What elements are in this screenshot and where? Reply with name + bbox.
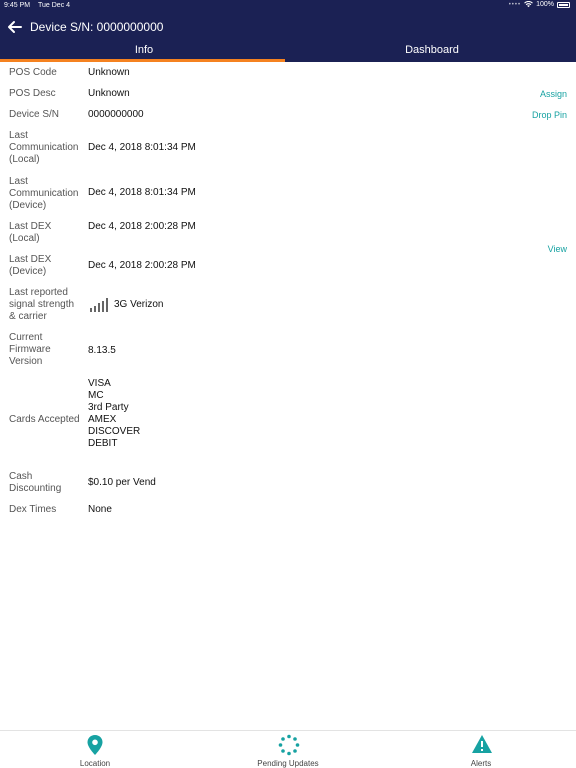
last-dex-device-value: Dec 4, 2018 2:00:28 PM: [88, 260, 196, 271]
assign-button[interactable]: Assign: [540, 89, 567, 99]
card-mc: MC: [88, 390, 104, 401]
last-comm-device-value: Dec 4, 2018 8:01:34 PM: [88, 187, 196, 198]
status-date: Tue Dec 4: [38, 2, 71, 9]
drop-pin-button[interactable]: Drop Pin: [532, 110, 567, 120]
pos-desc-label: POS Desc: [9, 88, 56, 99]
card-3rd-party: 3rd Party: [88, 402, 129, 413]
bottom-tab-pending-updates-label: Pending Updates: [257, 759, 319, 768]
device-sn-label: Device S/N: [9, 109, 60, 120]
signal-strength-icon: [90, 298, 108, 312]
battery-level: 100%: [536, 1, 554, 8]
last-dex-local-value: Dec 4, 2018 2:00:28 PM: [88, 221, 196, 232]
warning-icon: [472, 735, 492, 753]
status-bar: 9:45 PM Tue Dec 4 •••• 100%: [0, 0, 576, 12]
bottom-tab-bar: Location Pending Updates Alerts: [0, 730, 576, 768]
pos-code-label: POS Code: [9, 67, 57, 78]
back-arrow-icon[interactable]: [6, 18, 24, 36]
bottom-tab-location[interactable]: Location: [35, 731, 155, 768]
page-title: Device S/N: 0000000000: [30, 20, 164, 34]
dex-times-label: Dex Times: [9, 504, 57, 515]
device-sn-value: 0000000000: [88, 109, 144, 120]
spinner-icon: [278, 734, 300, 756]
cards-accepted-label: Cards Accepted: [9, 414, 80, 425]
card-amex: AMEX: [88, 414, 117, 425]
dex-times-value: None: [88, 504, 112, 515]
last-comm-local-value: Dec 4, 2018 8:01:34 PM: [88, 142, 196, 153]
pos-desc-value: Unknown: [88, 88, 130, 99]
card-discover: DISCOVER: [88, 426, 141, 437]
signal-label: Last reported signal strength & carrier: [9, 287, 75, 322]
nav-bar: Device S/N: 0000000000: [0, 12, 576, 42]
battery-icon: [557, 1, 570, 8]
bottom-tab-alerts-label: Alerts: [470, 759, 492, 768]
last-comm-local-label: Last Communication (Local): [9, 130, 79, 165]
signal-dots-icon: ••••: [508, 1, 522, 8]
last-comm-device-label: Last Communication (Device): [9, 176, 79, 211]
firmware-label: Current Firmware Version: [9, 332, 51, 367]
card-visa: VISA: [88, 378, 111, 389]
bottom-tab-alerts[interactable]: Alerts: [421, 731, 541, 768]
tab-dashboard[interactable]: Dashboard: [288, 42, 576, 62]
status-time: 9:45 PM: [4, 2, 31, 9]
wifi-icon: [524, 1, 533, 8]
pos-code-value: Unknown: [88, 67, 130, 78]
signal-value: 3G Verizon: [114, 299, 164, 310]
view-button[interactable]: View: [548, 244, 567, 254]
bottom-tab-pending-updates[interactable]: Pending Updates: [228, 731, 348, 768]
cash-discounting-value: $0.10 per Vend: [88, 477, 156, 488]
status-right: •••• 100%: [509, 1, 570, 8]
location-pin-icon: [87, 735, 103, 755]
last-dex-local-label: Last DEX (Local): [9, 221, 52, 244]
last-dex-device-label: Last DEX (Device): [9, 254, 52, 277]
firmware-value: 8.13.5: [88, 345, 116, 356]
card-debit: DEBIT: [88, 438, 118, 449]
active-tab-indicator: [0, 59, 285, 62]
cash-discounting-label: Cash Discounting: [9, 471, 62, 494]
bottom-tab-location-label: Location: [79, 759, 111, 768]
